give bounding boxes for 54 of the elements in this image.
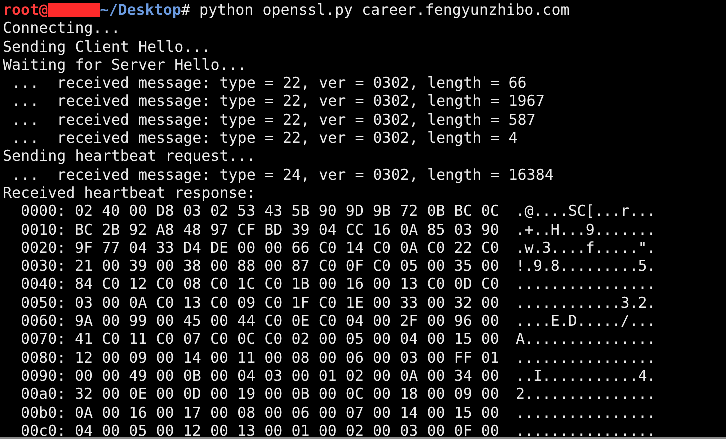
hex-bytes: 12 00 09 00 14 00 11 00 08 00 06 00 03 00 FF 01 (75, 348, 500, 367)
hex-ascii: ................ (516, 275, 656, 294)
hex-bytes: 21 00 39 00 38 00 88 00 87 C0 0F C0 05 00 35 00 (75, 257, 500, 276)
output-line: ... received message: type = 22, ver = 0302, length = 1967 (11, 92, 545, 111)
output-line: ... received message: type = 22, ver = 0302, length = 4 (11, 129, 518, 148)
hex-bytes: 9F 77 04 33 D4 DE 00 00 66 C0 14 C0 0A C0 22 C0 (75, 238, 500, 258)
hex-ascii: .w.3....f.....". (516, 238, 656, 258)
prompt-symbol: # (181, 1, 190, 20)
hex-bytes: 9A 00 99 00 45 00 44 C0 0E C0 04 00 2F 00 96 00 (75, 312, 500, 330)
prompt-path: ~/Desktop (100, 1, 182, 20)
hex-offset: 0090: (21, 366, 68, 386)
hex-ascii: ................ (516, 348, 656, 367)
hex-offset: 0070: (21, 330, 68, 349)
hex-ascii: .+..H...9....... (516, 220, 656, 239)
hex-offset: 0010: (21, 220, 68, 239)
hex-ascii: ............3.2. (516, 294, 656, 312)
hex-bytes: 41 C0 11 C0 07 C0 0C C0 02 00 05 00 04 00 15 00 (75, 330, 500, 349)
hex-ascii: A............... (516, 330, 656, 349)
prompt-user: root@ (3, 1, 48, 20)
hex-offset: 00c0: (21, 422, 68, 437)
hex-bytes: 84 C0 12 C0 08 C0 1C C0 1B 00 16 00 13 C0 0D C0 (75, 275, 500, 294)
hex-offset: 00b0: (21, 404, 68, 422)
redaction-block (48, 3, 100, 18)
hex-ascii: ....E.D...../... (516, 312, 656, 330)
output-line: Waiting for Server Hello... (3, 56, 247, 74)
hex-bytes: 03 00 0A C0 13 C0 09 C0 1F C0 1E 00 33 00 32 00 (75, 294, 500, 312)
output-line: ... received message: type = 22, ver = 0302, length = 66 (11, 74, 527, 92)
output-line: ... received message: type = 24, ver = 0302, length = 16384 (11, 166, 554, 184)
hex-bytes: 0A 00 16 00 17 00 08 00 06 00 07 00 14 00 15 00 (75, 404, 500, 422)
hex-bytes: 32 00 0E 00 0D 00 19 00 0B 00 0C 00 18 00 09 00 (75, 385, 500, 404)
hex-ascii: 2............... (516, 385, 656, 404)
hex-ascii: ................ (516, 422, 656, 437)
output-line: ... received message: type = 22, ver = 0302, length = 587 (11, 110, 536, 130)
hex-bytes: 04 00 05 00 12 00 13 00 01 00 02 00 03 00 0F 00 (75, 422, 500, 437)
hex-offset: 0040: (21, 275, 68, 294)
hex-offset: 0080: (21, 348, 68, 367)
hex-offset: 0030: (21, 257, 68, 276)
hex-bytes: 02 40 00 D8 03 02 53 43 5B 90 9D 9B 72 0B BC 0C (75, 202, 500, 221)
hex-bytes: 00 00 49 00 0B 00 04 03 00 01 02 00 0A 00 34 00 (75, 366, 500, 386)
hex-ascii: .@....SC[...r... (516, 202, 656, 221)
hex-offset: 0000: (21, 202, 68, 221)
hex-offset: 0020: (21, 238, 68, 258)
output-line: Connecting... (3, 19, 120, 38)
output-line: Received heartbeat response: (3, 184, 256, 202)
hex-bytes: BC 2B 92 A8 48 97 CF BD 39 04 CC 16 0A 85 03 90 (75, 220, 500, 239)
output-line: Sending heartbeat request... (3, 147, 256, 166)
hex-offset: 0060: (21, 312, 68, 330)
output-line: Sending Client Hello... (3, 38, 211, 56)
hex-offset: 00a0: (21, 385, 68, 404)
hex-ascii: ..I...........4. (516, 366, 656, 386)
hex-ascii: ................ (516, 404, 656, 422)
hex-ascii: !.9.8.........5. (516, 257, 656, 276)
command-text: python openssl.py career.fengyunzhibo.com (198, 1, 570, 20)
hex-offset: 0050: (21, 294, 68, 312)
